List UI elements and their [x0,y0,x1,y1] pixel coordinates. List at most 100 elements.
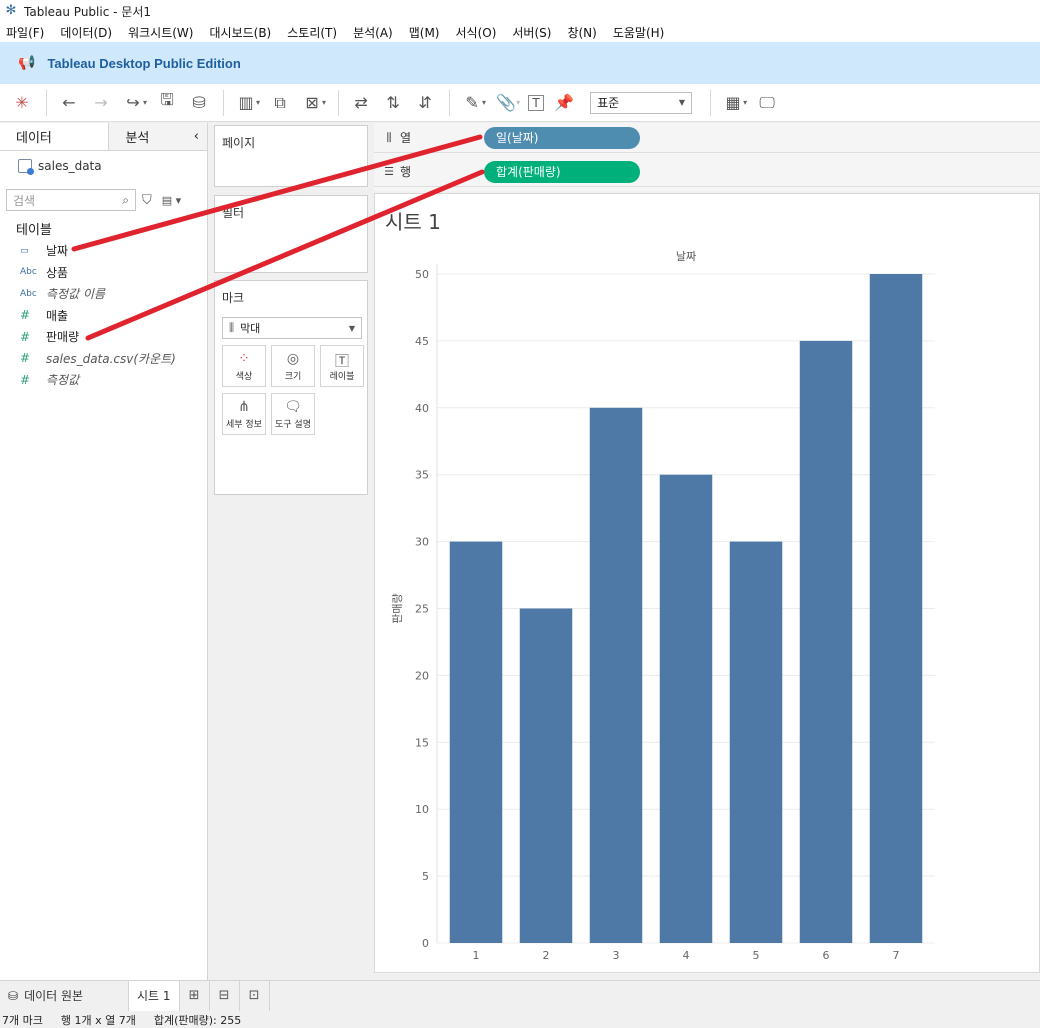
field-date[interactable]: ▭ 날짜 [0,240,206,262]
y-tick-label: 45 [415,335,429,348]
menu-window[interactable]: 창(N) [567,24,596,41]
number-type-icon: # [20,351,31,366]
menu-server[interactable]: 서버(S) [512,24,551,41]
fit-select[interactable]: 표준 ▼ [590,91,693,114]
pages-card-title: 페이지 [222,136,256,150]
field-name: 날짜 [46,244,69,259]
y-axis-title: 판매량 [391,593,404,623]
columns-shelf[interactable]: ⫼ 열 일(날짜) [374,123,1040,153]
toolbar-divider [46,89,47,116]
redo-icon[interactable]: → [89,91,113,115]
fix-axes-icon[interactable]: 📌 [552,91,576,115]
field-count[interactable]: # sales_data.csv(카운트) [0,348,206,370]
view-options-icon[interactable]: ▤ ▾ [162,194,181,207]
detail-button[interactable]: ⋔ 세부 정보 [222,393,266,435]
bar [449,541,503,943]
highlight-caret-icon[interactable]: ▾ [482,98,486,107]
y-tick-label: 40 [415,402,429,415]
sheet-tab-bar: ⛁ 데이터 원본 시트 1 ⊞ ⊟ ⊡ [0,980,1040,1011]
highlight-icon[interactable]: ✎ [460,91,484,115]
y-tick-label: 0 [422,937,429,950]
sheet-tab-label: 시트 1 [137,989,171,1003]
tab-data[interactable]: 데이터 [0,123,110,150]
tooltip-button[interactable]: 🗨 도구 설명 [271,393,315,435]
toolbar-divider [223,89,225,116]
collapse-pane-icon[interactable]: ‹ [194,129,199,144]
tableau-home-icon[interactable]: ✳ [10,91,34,115]
cards-pane: 페이지 필터 마크 ⫼ 막대 ▼ ⁘ 색상 ◎ 크기 🅃 레이블 ⋔ 세부 정보… [208,123,374,980]
new-story-tab-icon[interactable]: ⊡ [240,980,270,1011]
label-label: 레이블 [329,371,355,382]
chevron-down-icon: ▼ [678,98,686,107]
pages-card[interactable]: 페이지 [214,125,368,187]
save-icon[interactable]: 🖫 [155,90,179,115]
new-datasource-icon[interactable]: ⛁ [187,91,211,115]
sheet-tab[interactable]: 시트 1 [128,980,180,1011]
clear-sheet-icon[interactable]: ⊠ [300,91,324,115]
menu-help[interactable]: 도움말(H) [613,24,665,41]
columns-pill-label: 일(날짜) [496,131,539,145]
filter-icon[interactable]: ⛉ [142,193,152,208]
field-measure-names[interactable]: Abc 측정값 이름 [0,283,206,305]
group-caret-icon[interactable]: ▾ [516,98,520,107]
tables-heading: 테이블 [16,223,52,238]
replay-caret-icon[interactable]: ▾ [143,98,147,107]
tab-analysis[interactable]: 분석 ‹ [109,123,207,150]
toolbar-divider [449,89,451,116]
menu-worksheet[interactable]: 워크시트(W) [128,24,193,41]
datasource-item[interactable]: sales_data [0,153,207,179]
menu-map[interactable]: 맵(M) [409,24,440,41]
field-quantity[interactable]: # 판매량 [0,326,206,348]
replay-icon[interactable]: ↪ [121,91,145,115]
presentation-mode-icon[interactable]: 🖵 [755,91,779,115]
menu-analysis[interactable]: 분석(A) [353,24,393,41]
toolbar-divider [710,89,712,116]
toolbar-divider [338,89,340,116]
menu-file[interactable]: 파일(F) [6,24,44,41]
show-me-icon[interactable]: ▦ [721,91,745,115]
search-placeholder: 검색 [13,193,36,208]
datasource-name: sales_data [38,159,102,173]
x-tick-label: 7 [893,949,900,962]
color-button[interactable]: ⁘ 색상 [222,345,266,387]
menu-format[interactable]: 서식(O) [456,24,497,41]
menu-dashboard[interactable]: 대시보드(B) [209,24,271,41]
tab-analysis-label: 분석 [125,131,150,146]
marks-card-title: 마크 [222,291,245,305]
menu-story[interactable]: 스토리(T) [287,24,337,41]
swap-rows-columns-icon[interactable]: ⇄ [349,91,373,115]
datasource-tab[interactable]: ⛁ 데이터 원본 [0,981,128,1011]
rows-shelf[interactable]: ☰ 행 합계(판매량) [374,157,1040,187]
size-button[interactable]: ◎ 크기 [271,345,315,387]
sort-ascending-icon[interactable]: ⇅ [381,91,405,115]
toolbar: ✳ ← → ↪ ▾ 🖫 ⛁ ▥ ▾ ⧉ ⊠ ▾ ⇄ ⇅ ⇵ ✎ ▾ 📎 ▾ T 📌 표준 … [0,84,1040,122]
mark-type-select[interactable]: ⫼ 막대 ▼ [222,317,362,339]
search-input[interactable]: 검색 ⌕ [6,189,136,211]
label-button[interactable]: 🅃 레이블 [320,345,364,387]
columns-pill[interactable]: 일(날짜) [484,126,640,149]
x-tick-label: 5 [753,949,760,962]
field-sales[interactable]: # 매출 [0,305,206,327]
title-bar: ✻ Tableau Public - 문서1 [0,0,1040,22]
show-labels-icon[interactable]: T [528,94,545,111]
new-worksheet-icon[interactable]: ▥ [234,91,258,115]
columns-label: 열 [400,131,412,145]
rows-pill[interactable]: 합계(판매량) [484,160,640,183]
new-worksheet-caret-icon[interactable]: ▾ [256,98,260,107]
group-members-icon[interactable]: 📎 [494,91,518,115]
duplicate-sheet-icon[interactable]: ⧉ [268,91,292,115]
show-me-caret-icon[interactable]: ▾ [743,98,747,107]
field-name: 상품 [46,265,69,280]
menu-data[interactable]: 데이터(D) [60,24,112,41]
clear-sheet-caret-icon[interactable]: ▾ [322,98,326,107]
field-measure-values[interactable]: # 측정값 [0,369,206,391]
new-worksheet-tab-icon[interactable]: ⊞ [180,980,210,1011]
undo-icon[interactable]: ← [57,91,81,115]
x-tick-label: 3 [613,949,620,962]
field-product[interactable]: Abc 상품 [0,262,206,284]
filters-card[interactable]: 필터 [214,195,368,273]
sort-descending-icon[interactable]: ⇵ [413,91,437,115]
new-dashboard-tab-icon[interactable]: ⊟ [210,980,240,1011]
tableau-logo-icon: ✻ [5,3,17,18]
data-pane: 데이터 분석 ‹ sales_data 검색 ⌕ ⛉ ▤ ▾ 테이블 ▭ 날짜 … [0,123,208,980]
